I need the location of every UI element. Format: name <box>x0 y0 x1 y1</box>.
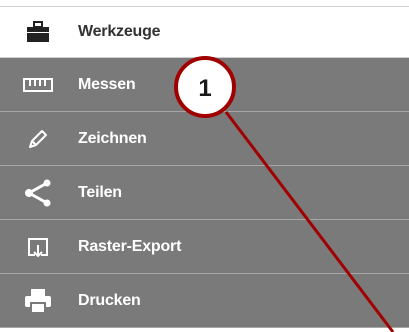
menu-item-raster-export[interactable]: Raster-Export <box>0 220 409 274</box>
ruler-icon <box>18 70 58 100</box>
menu-item-messen[interactable]: Messen <box>0 58 409 112</box>
tools-menu: Werkzeuge Messen Zeichnen Teilen Raster-… <box>0 6 409 328</box>
menu-item-teilen[interactable]: Teilen <box>0 166 409 220</box>
menu-header-label: Werkzeuge <box>78 23 161 40</box>
pencil-icon <box>18 124 58 154</box>
tool-panel: Werkzeuge Messen Zeichnen Teilen Raster-… <box>0 0 409 332</box>
share-icon <box>18 178 58 208</box>
menu-item-label: Teilen <box>78 183 122 201</box>
raster-export-icon <box>18 232 58 262</box>
toolbox-icon <box>18 17 58 47</box>
menu-item-label: Drucken <box>78 291 141 309</box>
menu-item-label: Messen <box>78 75 136 93</box>
menu-item-label: Zeichnen <box>78 129 147 147</box>
printer-icon <box>18 286 58 316</box>
menu-item-zeichnen[interactable]: Zeichnen <box>0 112 409 166</box>
menu-header-werkzeuge[interactable]: Werkzeuge <box>0 6 409 58</box>
menu-item-label: Raster-Export <box>78 237 182 255</box>
menu-item-drucken[interactable]: Drucken <box>0 274 409 328</box>
